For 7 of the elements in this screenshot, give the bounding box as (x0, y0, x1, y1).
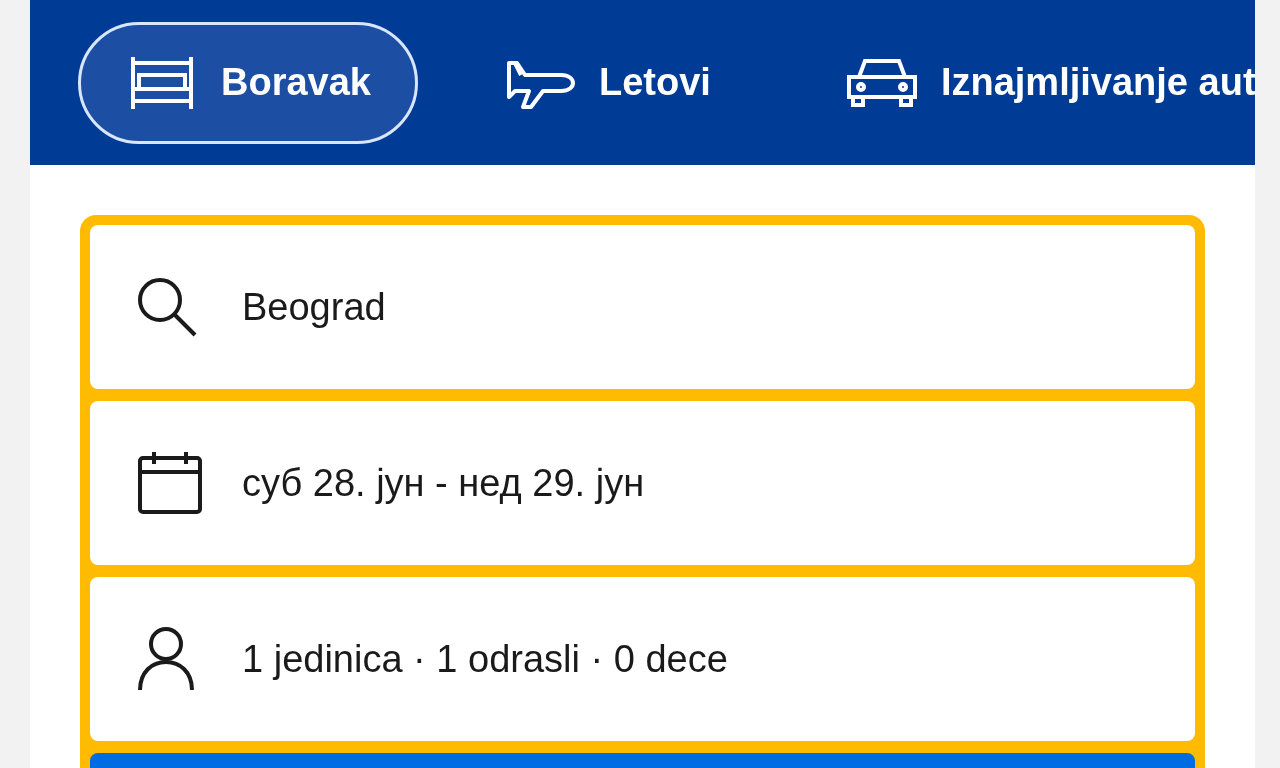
input-field[interactable]: Beograd (90, 225, 1195, 389)
nav-tab[interactable]: Boravak (78, 21, 418, 144)
nav-tab[interactable]: Iznajmljivanje aut (797, 23, 1255, 142)
input-field[interactable]: 1 jedinica · 1 odrasli · 0 dece (90, 577, 1195, 741)
nav-tab[interactable]: Letovi (458, 23, 758, 142)
input-field[interactable]: суб 28. јун - нед 29. јун (90, 401, 1195, 565)
car-icon (844, 56, 919, 109)
